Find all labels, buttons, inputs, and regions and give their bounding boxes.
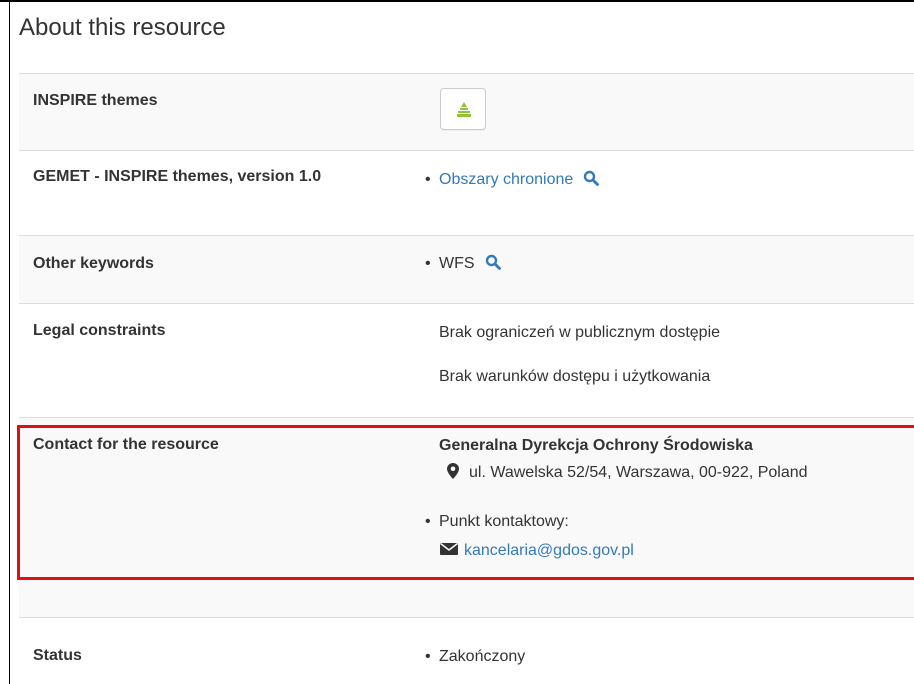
- search-icon[interactable]: [583, 170, 600, 193]
- row-value: WFS: [425, 253, 501, 277]
- keyword-link[interactable]: Obszary chronione: [439, 171, 573, 188]
- row-label: GEMET - INSPIRE themes, version 1.0: [33, 168, 322, 185]
- legal-line-2: Brak warunków dostępu i użytkowania: [439, 368, 711, 385]
- row-value: Zakończony: [425, 646, 525, 668]
- list-item: Zakończony: [425, 646, 525, 668]
- left-border: [9, 0, 10, 684]
- top-border: [0, 0, 914, 2]
- highlight-box: [17, 425, 914, 580]
- list-item: WFS: [425, 253, 501, 277]
- row-label: INSPIRE themes: [33, 92, 158, 109]
- row-label: Other keywords: [33, 255, 154, 272]
- row-label: Legal constraints: [33, 322, 166, 339]
- row-value: Obszary chronione: [425, 169, 600, 193]
- protected-sites-icon: [457, 102, 471, 117]
- row-legal-constraints: Legal constraints Brak ograniczeń w publ…: [19, 303, 914, 417]
- search-icon[interactable]: [485, 254, 501, 277]
- legal-line-1: Brak ograniczeń w publicznym dostępie: [439, 324, 721, 341]
- inspire-theme-button[interactable]: [440, 88, 486, 130]
- keyword-text: WFS: [439, 255, 475, 272]
- row-label: Status: [33, 647, 82, 664]
- section-title: About this resource: [19, 14, 226, 41]
- row-other-keywords: Other keywords WFS: [19, 235, 914, 303]
- row-gemet: GEMET - INSPIRE themes, version 1.0 Obsz…: [19, 150, 914, 235]
- list-item: Obszary chronione: [425, 169, 600, 193]
- row-status: Status Zakończony: [19, 617, 914, 684]
- row-inspire-themes: INSPIRE themes: [19, 73, 914, 150]
